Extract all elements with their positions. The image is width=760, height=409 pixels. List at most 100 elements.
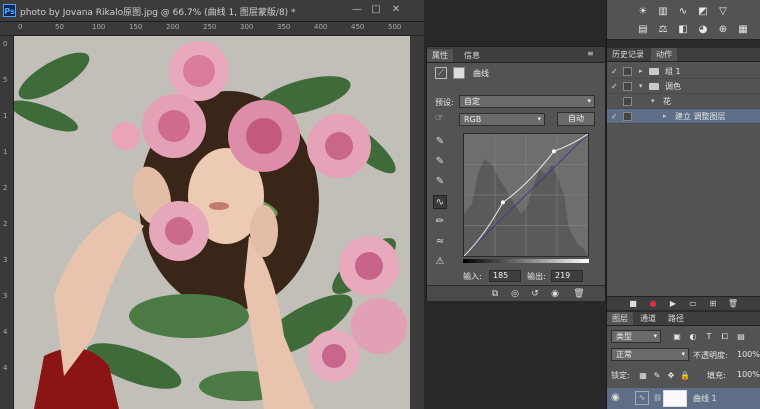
levels-icon[interactable]: ▥ <box>657 6 669 18</box>
filter-pixel-icon[interactable]: ▣ <box>671 331 683 343</box>
pencil-draw-icon[interactable]: ✏ <box>433 215 447 229</box>
lock-pixels-icon[interactable]: ✎ <box>651 370 663 382</box>
tab-layers[interactable]: 图层 <box>607 312 633 325</box>
tab-history[interactable]: 历史记录 <box>607 48 649 61</box>
list-item[interactable]: ✓ ▸ 组 1 <box>607 64 760 79</box>
check-icon[interactable]: ✓ <box>611 64 618 79</box>
play-icon[interactable]: ▶ <box>667 298 679 310</box>
ruler-label: 50 <box>55 23 64 31</box>
filter-smart-icon[interactable]: ▤ <box>735 331 747 343</box>
hue-saturation-icon[interactable]: ▤ <box>637 24 649 36</box>
toggle-dialog-icon[interactable] <box>623 112 632 121</box>
vertical-scrollbar[interactable] <box>410 36 424 409</box>
brightness-icon[interactable]: ☀ <box>637 6 649 18</box>
record-icon[interactable]: ● <box>647 298 659 310</box>
eyedropper-white-icon[interactable]: ✎ <box>433 175 447 189</box>
list-item-label: 调色 <box>665 82 681 91</box>
tab-paths[interactable]: 路径 <box>663 312 689 325</box>
chevron-right-icon[interactable]: ▸ <box>639 64 643 79</box>
mask-icon[interactable] <box>453 67 465 79</box>
lock-all-icon[interactable]: 🔒 <box>679 370 691 382</box>
layer-row-selected[interactable]: ◉ ∿ ⛓ 曲线 1 <box>607 388 760 409</box>
chevron-down-icon: ▾ <box>587 97 591 105</box>
smooth-icon[interactable]: ≈ <box>433 235 447 249</box>
blend-mode-select[interactable]: 正常 ▾ <box>611 348 689 361</box>
tab-properties[interactable]: 属性 <box>427 49 453 62</box>
maximize-icon[interactable]: □ <box>369 4 383 16</box>
eye-icon[interactable]: ◉ <box>611 392 620 403</box>
trash-icon[interactable]: 🗑 <box>727 298 739 310</box>
curves-icon[interactable]: ∿ <box>677 6 689 18</box>
color-lookup-icon[interactable]: ▦ <box>737 24 749 36</box>
list-item-selected[interactable]: ✓ ▸ 建立 调整图层 <box>607 109 760 124</box>
document-title: photo by Jovana Rikalo原图.jpg @ 66.7% (曲线… <box>20 8 296 18</box>
new-action-icon[interactable]: ⊞ <box>707 298 719 310</box>
layer-filter-select[interactable]: 类型 ▾ <box>611 330 661 343</box>
layer-mask-thumbnail[interactable] <box>663 390 687 407</box>
lock-transparent-icon[interactable]: ▦ <box>637 370 649 382</box>
toggle-dialog-icon[interactable] <box>623 97 632 106</box>
curve-control-point[interactable] <box>551 149 556 154</box>
clipping-warning-icon[interactable]: ⚠ <box>433 255 447 269</box>
list-item[interactable]: ▾ 花 <box>607 94 760 109</box>
tab-actions[interactable]: 动作 <box>651 48 677 61</box>
output-field[interactable]: 219 <box>551 270 583 282</box>
trash-icon[interactable]: 🗑 <box>573 288 585 300</box>
channel-mixer-icon[interactable]: ⊕ <box>717 24 729 36</box>
color-balance-icon[interactable]: ⚖ <box>657 24 669 36</box>
stop-icon[interactable]: ■ <box>627 298 639 310</box>
black-white-icon[interactable]: ◧ <box>677 24 689 36</box>
hand-on-image-icon[interactable]: ☞ <box>435 113 444 124</box>
opacity-value[interactable]: 100% <box>737 350 760 359</box>
channel-select[interactable]: RGB ▾ <box>459 113 545 126</box>
curve-graph[interactable] <box>463 133 589 257</box>
clip-to-layer-icon[interactable]: ⧉ <box>489 288 501 300</box>
chevron-down-icon[interactable]: ▾ <box>639 79 643 94</box>
panel-menu-icon[interactable]: ≡ <box>587 49 594 58</box>
lock-position-icon[interactable]: ✥ <box>665 370 677 382</box>
tab-info[interactable]: 信息 <box>459 49 485 62</box>
ruler-label: 2 <box>3 220 8 228</box>
channel-value: RGB <box>464 115 482 124</box>
exposure-icon[interactable]: ◩ <box>697 6 709 18</box>
document-tab[interactable]: Ps photo by Jovana Rikalo原图.jpg @ 66.7% … <box>0 0 424 22</box>
photo-filter-icon[interactable]: ◕ <box>697 24 709 36</box>
preset-select[interactable]: 自定 ▾ <box>459 95 595 108</box>
view-previous-icon[interactable]: ◎ <box>509 288 521 300</box>
properties-tabs: 属性 信息 ≡ <box>427 47 605 63</box>
filter-type-icon[interactable]: T <box>703 331 715 343</box>
chain-icon[interactable]: ⛓ <box>653 394 662 402</box>
visibility-icon[interactable]: ◉ <box>549 288 561 300</box>
eyedropper-gray-icon[interactable]: ✎ <box>433 155 447 169</box>
blend-mode-value: 正常 <box>616 350 632 359</box>
list-item[interactable]: ✓ ▾ 调色 <box>607 79 760 94</box>
new-set-icon[interactable]: ▭ <box>687 298 699 310</box>
toggle-dialog-icon[interactable] <box>623 67 632 76</box>
filter-shape-icon[interactable]: ⧠ <box>719 331 731 343</box>
curve-control-point[interactable] <box>500 200 505 205</box>
check-icon[interactable]: ✓ <box>611 109 618 124</box>
check-icon[interactable]: ✓ <box>611 79 618 94</box>
reset-icon[interactable]: ↺ <box>529 288 541 300</box>
chevron-down-icon: ▾ <box>653 332 657 340</box>
photoshop-icon: Ps <box>3 4 16 17</box>
photo-illustration <box>14 36 410 409</box>
image-canvas[interactable] <box>14 36 410 409</box>
vibrance-icon[interactable]: ▽ <box>717 6 729 18</box>
curve-edit-points-icon[interactable]: ∿ <box>433 195 447 209</box>
chevron-right-icon[interactable]: ▸ <box>663 109 667 124</box>
minimize-icon[interactable]: — <box>350 4 364 16</box>
input-field[interactable]: 185 <box>489 270 521 282</box>
fill-label: 填充: <box>707 371 726 380</box>
auto-button[interactable]: 自动 <box>557 112 595 126</box>
ruler-label: 0 <box>18 23 23 31</box>
eyedropper-black-icon[interactable]: ✎ <box>433 135 447 149</box>
filter-adjustment-icon[interactable]: ◐ <box>687 331 699 343</box>
tab-channels[interactable]: 通道 <box>635 312 661 325</box>
chevron-down-icon[interactable]: ▾ <box>651 94 655 109</box>
close-icon[interactable]: ✕ <box>389 4 403 16</box>
toggle-dialog-icon[interactable] <box>623 82 632 91</box>
filter-value: 类型 <box>616 332 632 341</box>
input-gradient-bar <box>463 259 589 263</box>
fill-value[interactable]: 100% <box>737 370 760 379</box>
